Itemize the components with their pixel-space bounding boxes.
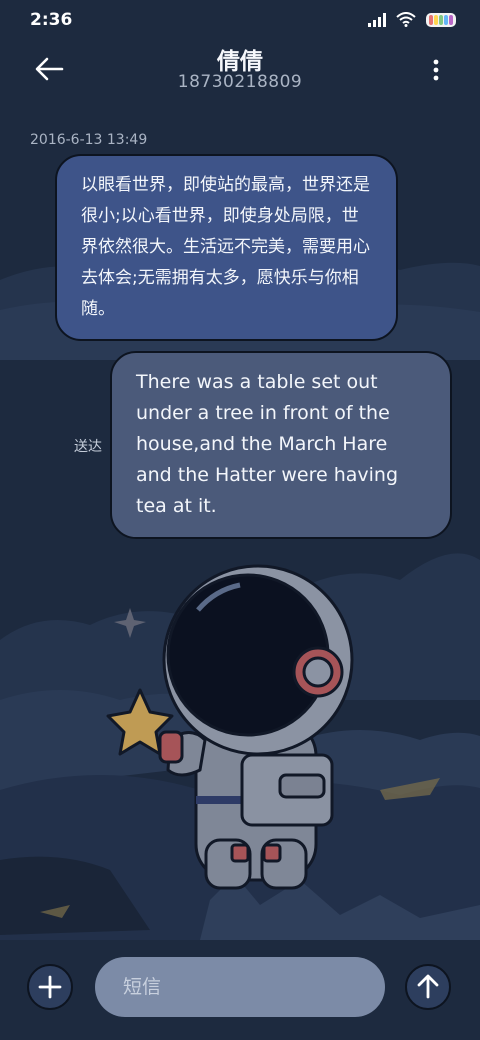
message-composer xyxy=(0,940,480,1040)
status-bar: 2:36 xyxy=(0,0,480,44)
conversation-header: 倩倩 18730218809 xyxy=(0,40,480,100)
arrow-up-icon xyxy=(417,974,439,999)
signal-icon xyxy=(368,12,386,27)
received-message-bubble[interactable]: 以眼看世界，即使站的最高，世界还是很小;以心看世界，即使身处局限，世界依然很大。… xyxy=(55,154,398,341)
wifi-icon xyxy=(396,12,416,27)
contact-phone-number: 18730218809 xyxy=(177,72,303,92)
message-text: There was a table set out under a tree i… xyxy=(136,371,399,517)
send-button[interactable] xyxy=(405,964,451,1010)
message-timestamp: 2016-6-13 13:49 xyxy=(30,132,148,148)
sms-input[interactable] xyxy=(121,975,359,999)
sent-message-bubble[interactable]: There was a table set out under a tree i… xyxy=(110,351,452,539)
status-icons xyxy=(368,12,456,27)
message-text: 以眼看世界，即使站的最高，世界还是很小;以心看世界，即使身处局限，世界依然很大。… xyxy=(81,175,370,319)
more-options-icon[interactable] xyxy=(428,56,444,84)
sms-input-container[interactable] xyxy=(95,957,385,1017)
contact-name: 倩倩 xyxy=(217,49,263,75)
add-attachment-button[interactable] xyxy=(27,964,73,1010)
delivery-status: 送达 xyxy=(74,439,102,455)
plus-icon xyxy=(38,975,62,999)
battery-icon xyxy=(426,12,456,27)
status-time: 2:36 xyxy=(30,10,73,30)
